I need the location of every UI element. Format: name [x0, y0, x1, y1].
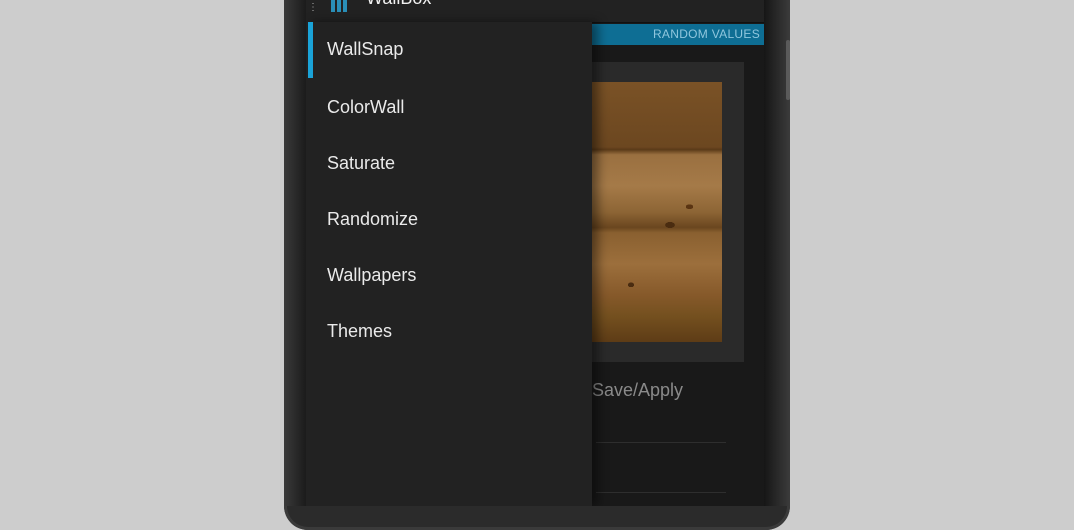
- drawer-item-colorwall[interactable]: ColorWall: [306, 80, 592, 136]
- random-values-label: RANDOM VALUES: [652, 27, 760, 41]
- action-bar: ⋮ WallBox: [306, 0, 764, 23]
- drawer-item-wallpapers[interactable]: Wallpapers: [306, 248, 592, 304]
- app-title: WallBox: [366, 0, 431, 9]
- divider: [596, 442, 726, 443]
- phone-edge-left: [284, 0, 306, 506]
- wallpaper-preview-image[interactable]: [592, 82, 722, 342]
- drawer-item-label: Saturate: [327, 153, 396, 173]
- volume-button: [786, 40, 790, 100]
- navigation-drawer: WallSnap ColorWall Saturate Randomize Wa…: [306, 22, 592, 506]
- bar-chart-icon[interactable]: [330, 0, 352, 12]
- save-apply-button[interactable]: Save/Apply: [592, 380, 683, 401]
- drawer-item-themes[interactable]: Themes: [306, 304, 592, 360]
- drawer-item-randomize[interactable]: Randomize: [306, 192, 592, 248]
- wallpaper-preview-frame: [576, 62, 744, 362]
- drawer-item-label: Randomize: [327, 209, 419, 229]
- drawer-item-wallsnap[interactable]: WallSnap: [306, 22, 592, 78]
- app-screen: ⋮ WallBox RANDOM VALUES Save/Apply WallS…: [306, 0, 764, 506]
- drawer-item-saturate[interactable]: Saturate: [306, 136, 592, 192]
- drawer-item-label: Wallpapers: [327, 265, 417, 285]
- divider: [596, 492, 726, 493]
- random-values-button[interactable]: RANDOM VALUES: [586, 24, 764, 45]
- drawer-indicator-icon[interactable]: ⋮: [308, 2, 318, 13]
- drawer-item-label: ColorWall: [327, 97, 405, 117]
- drawer-item-label: Themes: [327, 321, 393, 341]
- drawer-item-label: WallSnap: [327, 39, 404, 59]
